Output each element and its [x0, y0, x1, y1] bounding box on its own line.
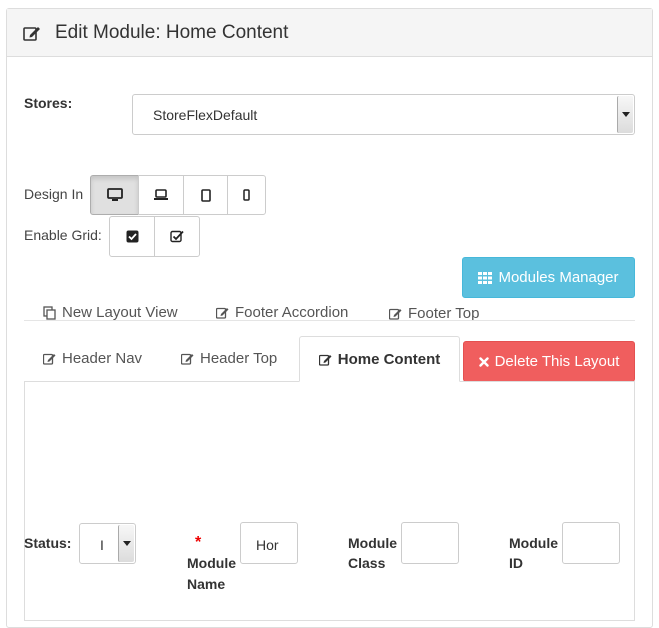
edit-icon [23, 25, 41, 41]
close-icon [478, 356, 489, 367]
footer-accordion-link[interactable]: Footer Accordion [216, 304, 348, 321]
edit-icon [43, 352, 56, 365]
edit-icon [216, 306, 229, 319]
edit-icon [389, 307, 402, 320]
tab-home-content-label: Home Content [337, 350, 441, 368]
footer-accordion-label: Footer Accordion [235, 304, 349, 321]
modules-manager-button[interactable]: Modules Manager [462, 257, 635, 298]
status-label: Status: [24, 535, 72, 551]
enable-grid-group [109, 216, 200, 257]
stores-select-value: StoreFlexDefault [153, 107, 258, 123]
new-layout-view-label: New Layout View [62, 304, 178, 321]
module-id-input[interactable] [562, 522, 620, 564]
mobile-icon[interactable] [227, 175, 266, 215]
panel-heading: Edit Module: Home Content [7, 9, 652, 57]
delete-layout-label: Delete This Layout [494, 353, 620, 370]
module-name-label-line1: Module [187, 555, 236, 571]
new-layout-view-link[interactable]: New Layout View [43, 304, 178, 321]
tabs-baseline-right [460, 381, 635, 382]
module-class-label-line2: Class [348, 555, 386, 571]
modules-manager-label: Modules Manager [498, 269, 619, 286]
delete-layout-button[interactable]: Delete This Layout [463, 341, 635, 382]
chevron-down-icon [617, 96, 633, 133]
desktop-icon[interactable] [90, 175, 139, 215]
tab-header-top-label: Header Top [200, 350, 278, 367]
stores-select[interactable]: StoreFlexDefault [132, 94, 635, 135]
design-in-label: Design In [24, 186, 84, 202]
copy-icon [43, 305, 56, 320]
status-select[interactable]: I [79, 523, 136, 564]
stores-label: Stores: [24, 95, 73, 111]
chevron-down-icon [118, 525, 134, 562]
tab-header-top[interactable]: Header Top [181, 350, 277, 367]
module-name-input[interactable]: Hor [240, 522, 298, 564]
module-id-label-line2: ID [509, 555, 523, 571]
checkbox-checked-icon[interactable] [109, 216, 155, 257]
design-in-group [90, 175, 266, 215]
edit-icon [318, 353, 332, 366]
tab-home-content[interactable]: Home Content [299, 336, 460, 382]
tablet-icon[interactable] [183, 175, 228, 215]
tab-header-nav[interactable]: Header Nav [43, 350, 142, 367]
checkbox-outline-icon[interactable] [154, 216, 200, 257]
enable-grid-label: Enable Grid: [24, 227, 102, 243]
module-id-label-line1: Module [509, 535, 558, 551]
module-name-label-line2: Name [187, 576, 226, 592]
module-name-input-value: Hor [256, 537, 279, 553]
grid-icon [478, 271, 493, 284]
layout-links-divider [24, 320, 635, 321]
tab-header-nav-label: Header Nav [62, 350, 143, 367]
tab-content [24, 381, 635, 621]
module-class-input[interactable] [401, 522, 459, 564]
edit-icon [181, 352, 194, 365]
status-select-value: I [100, 537, 104, 553]
laptop-icon[interactable] [138, 175, 184, 215]
page-title: Edit Module: Home Content [55, 21, 289, 43]
module-class-label-line1: Module [348, 535, 397, 551]
required-mark: * [195, 534, 202, 551]
